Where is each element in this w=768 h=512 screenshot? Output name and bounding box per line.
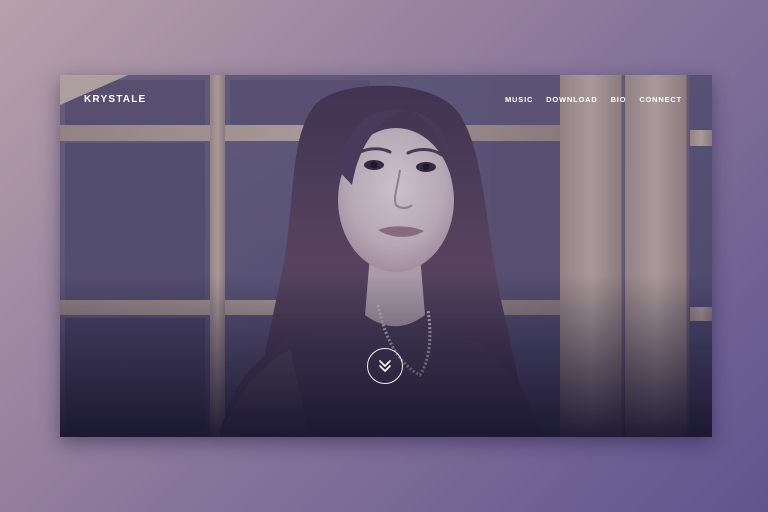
- main-nav: MUSIC DOWNLOAD BIO CONNECT: [505, 95, 682, 104]
- nav-item-connect[interactable]: CONNECT: [639, 95, 682, 104]
- browser-viewport: KRYSTALE MUSIC DOWNLOAD BIO CONNECT: [60, 75, 712, 437]
- double-chevron-down-icon: [379, 360, 391, 372]
- nav-item-download[interactable]: DOWNLOAD: [546, 95, 597, 104]
- site-logo[interactable]: KRYSTALE: [84, 94, 146, 105]
- scroll-down-button[interactable]: [367, 348, 403, 384]
- nav-item-bio[interactable]: BIO: [611, 95, 627, 104]
- nav-item-music[interactable]: MUSIC: [505, 95, 533, 104]
